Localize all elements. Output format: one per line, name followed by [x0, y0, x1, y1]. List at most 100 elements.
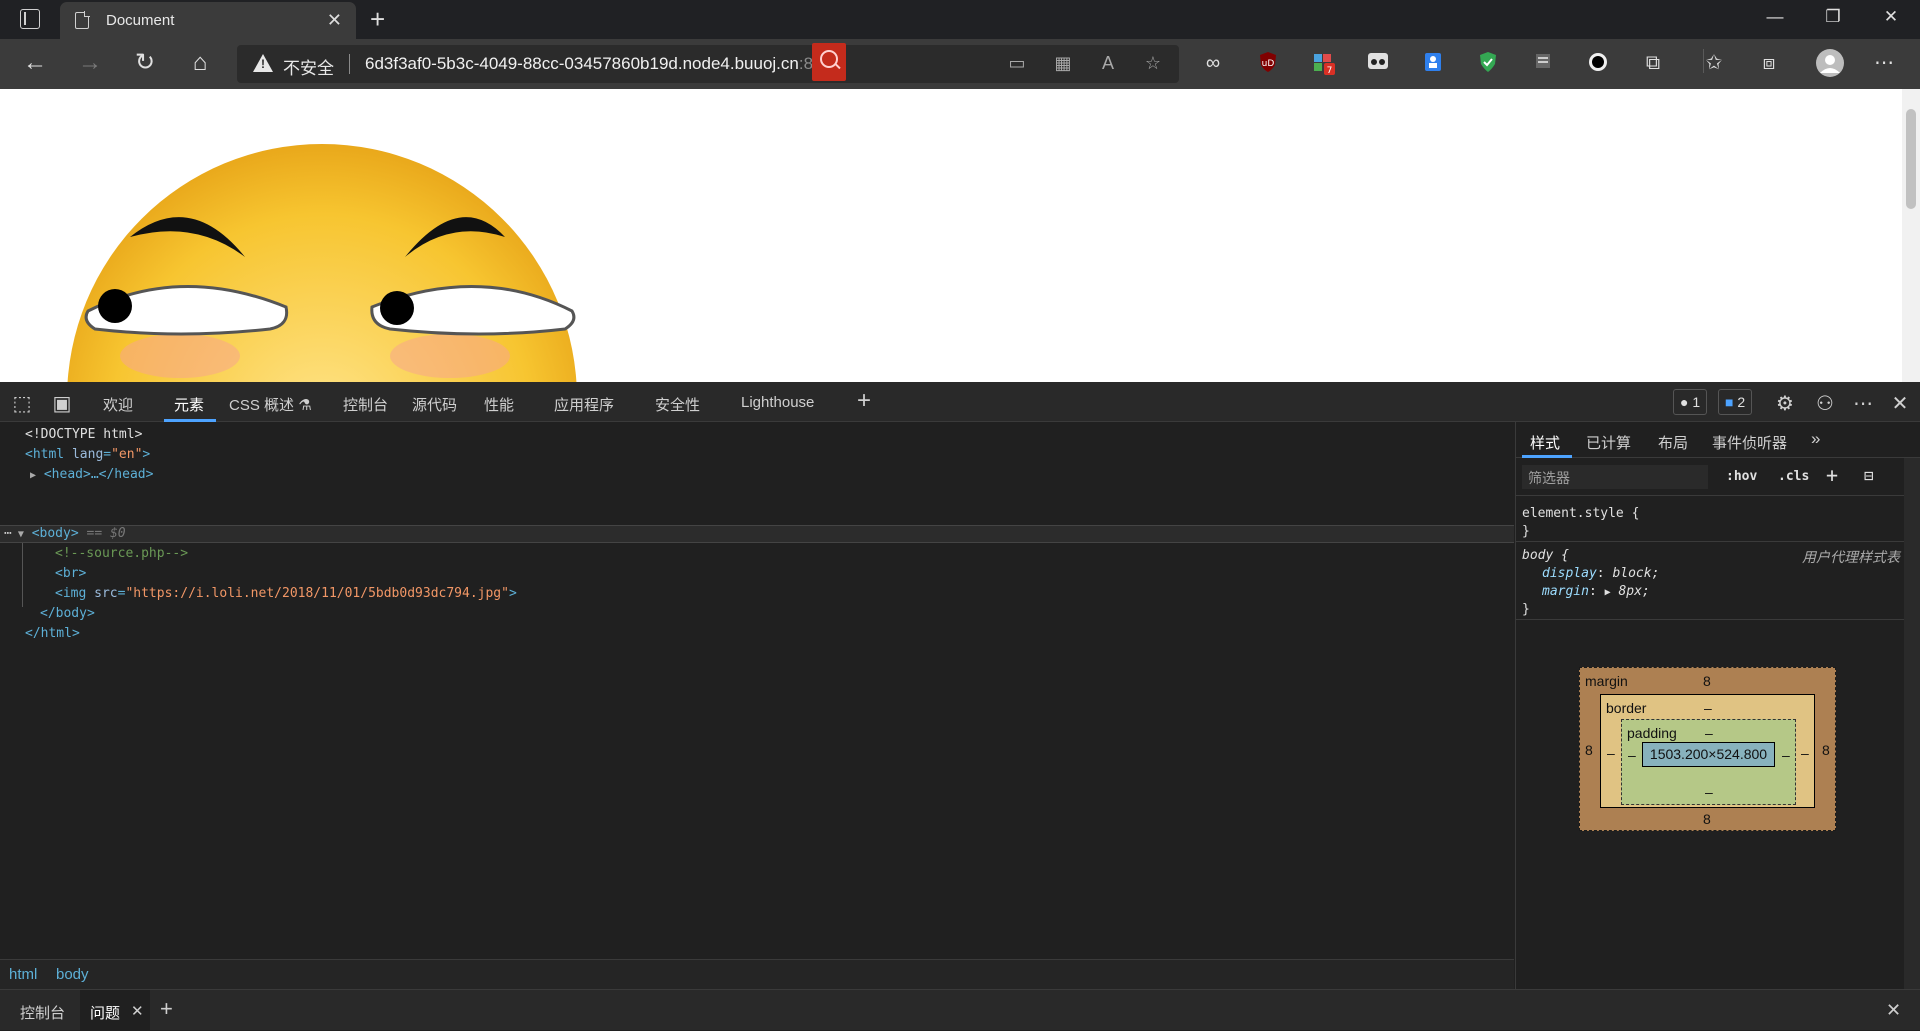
close-drawer-icon[interactable]: ✕: [1886, 1000, 1901, 1021]
qr-icon[interactable]: ▦: [1050, 53, 1076, 74]
glasses-icon[interactable]: [1366, 51, 1390, 75]
ublock-icon[interactable]: uD: [1256, 51, 1280, 75]
address-bar[interactable]: 不安全 6d3f3af0-5b3c-4049-88cc-03457860b19d…: [237, 43, 1179, 83]
devtools-more-icon[interactable]: ⋯: [1851, 391, 1875, 416]
padding-bottom-value[interactable]: –: [1705, 784, 1713, 800]
html-close-line[interactable]: </html>: [25, 626, 80, 641]
padding-left-value[interactable]: –: [1628, 747, 1636, 763]
close-devtools-icon[interactable]: ✕: [1888, 391, 1912, 416]
inspect-icon[interactable]: ⬚: [10, 391, 34, 416]
tab-sources[interactable]: 源代码: [412, 394, 457, 415]
head-line[interactable]: ▶ <head>…</head>: [30, 467, 153, 482]
collections-icon[interactable]: ⧈: [1757, 51, 1781, 75]
add-favorite-icon[interactable]: ☆: [1140, 53, 1166, 74]
body-rule-selector[interactable]: body {: [1522, 548, 1569, 563]
close-tab-icon[interactable]: ✕: [327, 10, 342, 31]
reader-icon[interactable]: [1531, 51, 1555, 75]
error-badge[interactable]: ● 1: [1673, 389, 1708, 415]
element-style-open[interactable]: element.style {: [1522, 506, 1639, 521]
margin-right-value[interactable]: 8: [1822, 742, 1830, 758]
tab-event-listeners[interactable]: 事件侦听器: [1712, 432, 1787, 453]
display-declaration[interactable]: display: block;: [1542, 566, 1659, 581]
bookmark-icon[interactable]: [1421, 51, 1445, 75]
favorites-icon[interactable]: ✩: [1702, 51, 1726, 75]
home-button[interactable]: ⌂: [185, 49, 215, 77]
expand-arrow-icon[interactable]: ▶: [30, 470, 36, 481]
drawer-tab-console[interactable]: 控制台: [20, 1002, 65, 1023]
tab-welcome[interactable]: 欢迎: [103, 394, 133, 415]
circle-icon[interactable]: [1586, 51, 1610, 75]
tab-layout[interactable]: 布局: [1658, 432, 1688, 453]
margin-top-value[interactable]: 8: [1703, 673, 1711, 689]
body-close-line[interactable]: </body>: [40, 606, 95, 621]
close-window-button[interactable]: ✕: [1868, 7, 1914, 27]
tab-css-overview[interactable]: CSS 概述 ⚗: [229, 394, 312, 415]
browser-tab[interactable]: Document ✕: [60, 2, 356, 39]
forward-button[interactable]: →: [75, 49, 105, 77]
breadcrumb-html[interactable]: html: [9, 966, 37, 983]
shield-icon[interactable]: [1476, 51, 1500, 75]
tab-elements[interactable]: 元素: [174, 394, 204, 415]
margin-expand-icon[interactable]: ▶: [1605, 587, 1611, 598]
box-model-padding[interactable]: padding – – – – 1503.200×524.800: [1621, 719, 1796, 805]
box-model-border[interactable]: border – – – – padding – – – – 1503.200×…: [1600, 694, 1815, 808]
tab-actions-icon[interactable]: [20, 9, 40, 29]
row-more-icon[interactable]: ⋯: [4, 526, 12, 541]
margin-bottom-value[interactable]: 8: [1703, 811, 1711, 827]
restore-button[interactable]: ❐: [1810, 7, 1856, 27]
more-icon[interactable]: ⋯: [1872, 51, 1896, 75]
more-tools-icon[interactable]: +: [852, 387, 876, 415]
drawer-add-tab-icon[interactable]: +: [160, 996, 173, 1022]
margin-declaration[interactable]: margin: ▶ 8px;: [1542, 584, 1650, 599]
warning-icon[interactable]: [253, 54, 273, 72]
comment-line[interactable]: <!--source.php-->: [55, 546, 188, 561]
new-rule-icon[interactable]: +: [1826, 463, 1838, 487]
tab-security[interactable]: 安全性: [655, 394, 700, 415]
security-label[interactable]: 不安全: [283, 54, 334, 79]
padding-top-value[interactable]: –: [1705, 725, 1713, 741]
br-line[interactable]: <br>: [55, 566, 86, 581]
url-text[interactable]: 6d3f3af0-5b3c-4049-88cc-03457860b19d.nod…: [365, 54, 823, 74]
page-scrollbar-thumb[interactable]: [1906, 109, 1916, 209]
collapse-arrow-icon[interactable]: ▼: [12, 529, 24, 540]
tab-application[interactable]: 应用程序: [554, 394, 614, 415]
styles-filter-input[interactable]: 筛选器: [1522, 465, 1708, 489]
box-model-content[interactable]: 1503.200×524.800: [1642, 742, 1775, 767]
search-icon[interactable]: [812, 43, 846, 81]
issue-badge[interactable]: ■ 2: [1718, 389, 1753, 415]
settings-icon[interactable]: ⚙: [1773, 391, 1797, 416]
tab-console[interactable]: 控制台: [343, 394, 388, 415]
profile-icon[interactable]: [1815, 49, 1844, 77]
close-drawer-tab-icon[interactable]: ✕: [131, 1002, 144, 1020]
img-line[interactable]: <img src="https://i.loli.net/2018/11/01/…: [55, 586, 517, 601]
toggle-sidebar-icon[interactable]: ⊟: [1864, 466, 1874, 485]
doctype-line[interactable]: <!DOCTYPE html>: [25, 427, 142, 442]
puzzle-badge-icon[interactable]: 7: [1312, 51, 1336, 76]
tab-styles[interactable]: 样式: [1530, 432, 1560, 453]
html-open-line[interactable]: <html lang="en">: [25, 447, 150, 462]
device-emulation-icon[interactable]: ▣: [50, 391, 74, 416]
body-line[interactable]: ⋯ ▼ <body> == $0: [4, 526, 126, 541]
extensions-icon[interactable]: ⧉: [1641, 51, 1665, 75]
back-button[interactable]: ←: [20, 49, 50, 77]
margin-left-value[interactable]: 8: [1585, 742, 1593, 758]
read-aloud-icon[interactable]: A: [1095, 53, 1121, 74]
styles-scrollbar[interactable]: [1904, 458, 1920, 989]
border-right-value[interactable]: –: [1801, 745, 1809, 761]
box-model-margin[interactable]: margin 8 8 8 8 border – – – – padding – …: [1579, 667, 1836, 831]
more-tabs-icon[interactable]: »: [1811, 429, 1820, 449]
breadcrumb-body[interactable]: body: [56, 966, 89, 983]
img-src-link[interactable]: "https://i.loli.net/2018/11/01/5bdb0d93d…: [125, 586, 509, 601]
border-left-value[interactable]: –: [1607, 745, 1615, 761]
new-tab-button[interactable]: +: [370, 4, 385, 35]
infinity-icon[interactable]: ∞: [1201, 51, 1225, 75]
page-scrollbar[interactable]: [1902, 89, 1920, 382]
drawer-tab-issues[interactable]: 问题: [90, 1002, 120, 1023]
app-available-icon[interactable]: ▭: [1004, 53, 1030, 74]
border-top-value[interactable]: –: [1704, 700, 1712, 716]
tab-performance[interactable]: 性能: [484, 394, 514, 415]
cls-button[interactable]: .cls: [1778, 469, 1809, 484]
padding-right-value[interactable]: –: [1782, 747, 1790, 763]
minimize-button[interactable]: —: [1752, 7, 1798, 27]
hov-button[interactable]: :hov: [1726, 469, 1757, 484]
